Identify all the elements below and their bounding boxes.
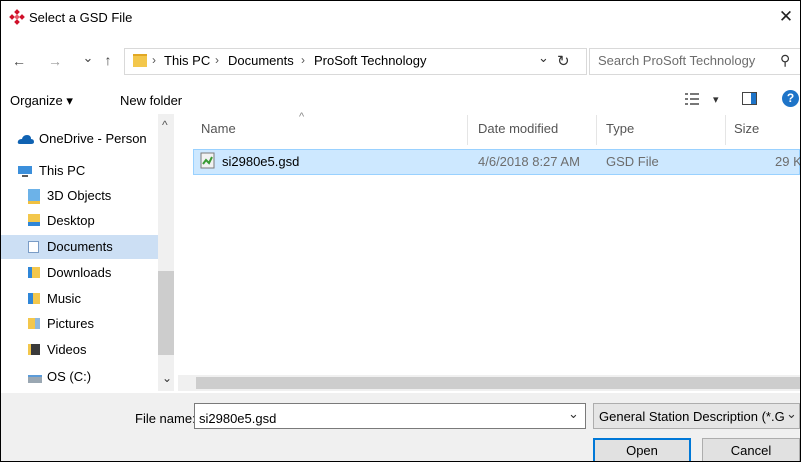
help-icon[interactable]: ? (782, 90, 799, 107)
pictures-icon (28, 318, 40, 329)
3d-objects-icon (28, 189, 40, 204)
new-folder-button[interactable]: New folder (120, 93, 182, 108)
column-divider[interactable] (467, 115, 468, 145)
onedrive-icon (17, 135, 34, 144)
view-dropdown-icon[interactable]: ▾ (713, 93, 719, 106)
file-type-filter-value[interactable]: General Station Description (*.GSD) (599, 409, 785, 424)
refresh-icon[interactable]: ↻ (557, 52, 570, 70)
breadcrumb-prosoft-technology[interactable]: ProSoft Technology (314, 53, 427, 68)
sidebar-item-desktop[interactable]: Desktop (1, 209, 158, 233)
breadcrumb-documents[interactable]: Documents (228, 53, 294, 68)
sidebar-item-label: 3D Objects (47, 188, 112, 203)
search-input[interactable]: Search ProSoft Technology (598, 53, 755, 68)
horizontal-scroll-thumb[interactable] (196, 377, 800, 389)
sidebar-item-label: Videos (47, 342, 87, 357)
videos-icon (28, 344, 40, 355)
search-icon[interactable]: ⚲ (780, 52, 790, 69)
file-size-cell: 29 KB (775, 154, 801, 169)
column-header-name[interactable]: Name (201, 121, 236, 136)
file-name-label: File name: (135, 411, 196, 426)
documents-icon (28, 241, 39, 253)
sidebar-item-pictures[interactable]: Pictures (1, 312, 158, 336)
folder-icon (133, 54, 147, 67)
window-title: Select a GSD File (29, 10, 133, 25)
sidebar-item-music[interactable]: Music (1, 287, 158, 311)
breadcrumb-separator: › (152, 53, 156, 67)
preview-pane-icon[interactable] (742, 92, 757, 105)
column-divider[interactable] (596, 115, 597, 145)
drive-icon (28, 375, 42, 383)
sidebar-item-label: This PC (39, 163, 86, 178)
file-date-cell: 4/6/2018 8:27 AM (478, 154, 580, 169)
sidebar-item-this-pc[interactable]: This PC (1, 159, 158, 183)
forward-arrow-icon[interactable]: → (46, 53, 64, 69)
sidebar-item-onedrive[interactable]: OneDrive - Person (1, 127, 158, 151)
recent-locations-icon[interactable]: ⌄ (79, 50, 97, 66)
file-name-cell: si2980e5.gsd (222, 154, 300, 169)
sidebar-item-label: OS (C:) (47, 369, 92, 384)
file-dialog: Select a GSD File ✕ ← → ⌄ ↑ › This PC › … (0, 0, 801, 462)
sidebar-item-label: OneDrive - Person (39, 131, 147, 146)
scroll-up-icon[interactable]: ^ (162, 118, 168, 132)
music-icon (28, 293, 40, 304)
sidebar-item-label: Desktop (47, 213, 95, 228)
breadcrumb-separator: › (301, 53, 305, 67)
downloads-icon (28, 267, 40, 278)
sidebar-item-videos[interactable]: Videos (1, 338, 158, 362)
organize-button[interactable]: Organize ▾ (10, 93, 73, 109)
sidebar-item-label: Downloads (47, 265, 112, 280)
sidebar-item-downloads[interactable]: Downloads (1, 261, 158, 285)
gsd-file-icon (200, 152, 215, 169)
sidebar-item-documents[interactable]: Documents (1, 235, 158, 259)
file-type-cell: GSD File (606, 154, 659, 169)
sidebar-scroll-thumb[interactable] (158, 271, 174, 355)
column-header-type[interactable]: Type (606, 121, 634, 136)
scroll-down-icon[interactable]: ⌄ (162, 371, 172, 385)
up-arrow-icon[interactable]: ↑ (99, 52, 117, 68)
app-logo-icon (9, 9, 25, 25)
desktop-icon (28, 214, 40, 226)
sidebar-item-label: Pictures (47, 316, 94, 331)
back-arrow-icon[interactable]: ← (10, 53, 28, 69)
view-options-icon[interactable] (685, 92, 699, 106)
column-header-date-modified[interactable]: Date modified (478, 121, 558, 136)
column-divider[interactable] (725, 115, 726, 145)
close-icon[interactable]: ✕ (775, 6, 797, 28)
filter-dropdown-icon[interactable]: ⌄ (786, 406, 797, 422)
sidebar-item-3d-objects[interactable]: 3D Objects (1, 184, 158, 208)
address-dropdown-icon[interactable]: ⌄ (538, 50, 549, 66)
open-button[interactable]: Open (593, 438, 691, 461)
sidebar-item-os-c[interactable]: OS (C:) (1, 365, 158, 389)
column-header-size[interactable]: Size (734, 121, 759, 136)
breadcrumb-separator: › (215, 53, 219, 67)
sidebar-item-label: Music (47, 291, 81, 306)
sort-indicator-icon: ^ (299, 111, 305, 123)
this-pc-icon (18, 166, 32, 177)
sidebar-item-label: Documents (47, 239, 113, 254)
file-name-value[interactable]: si2980e5.gsd (199, 411, 276, 426)
cancel-button[interactable]: Cancel (702, 438, 800, 461)
breadcrumb-this-pc[interactable]: This PC (164, 53, 210, 68)
file-name-dropdown-icon[interactable]: ⌄ (568, 406, 579, 422)
